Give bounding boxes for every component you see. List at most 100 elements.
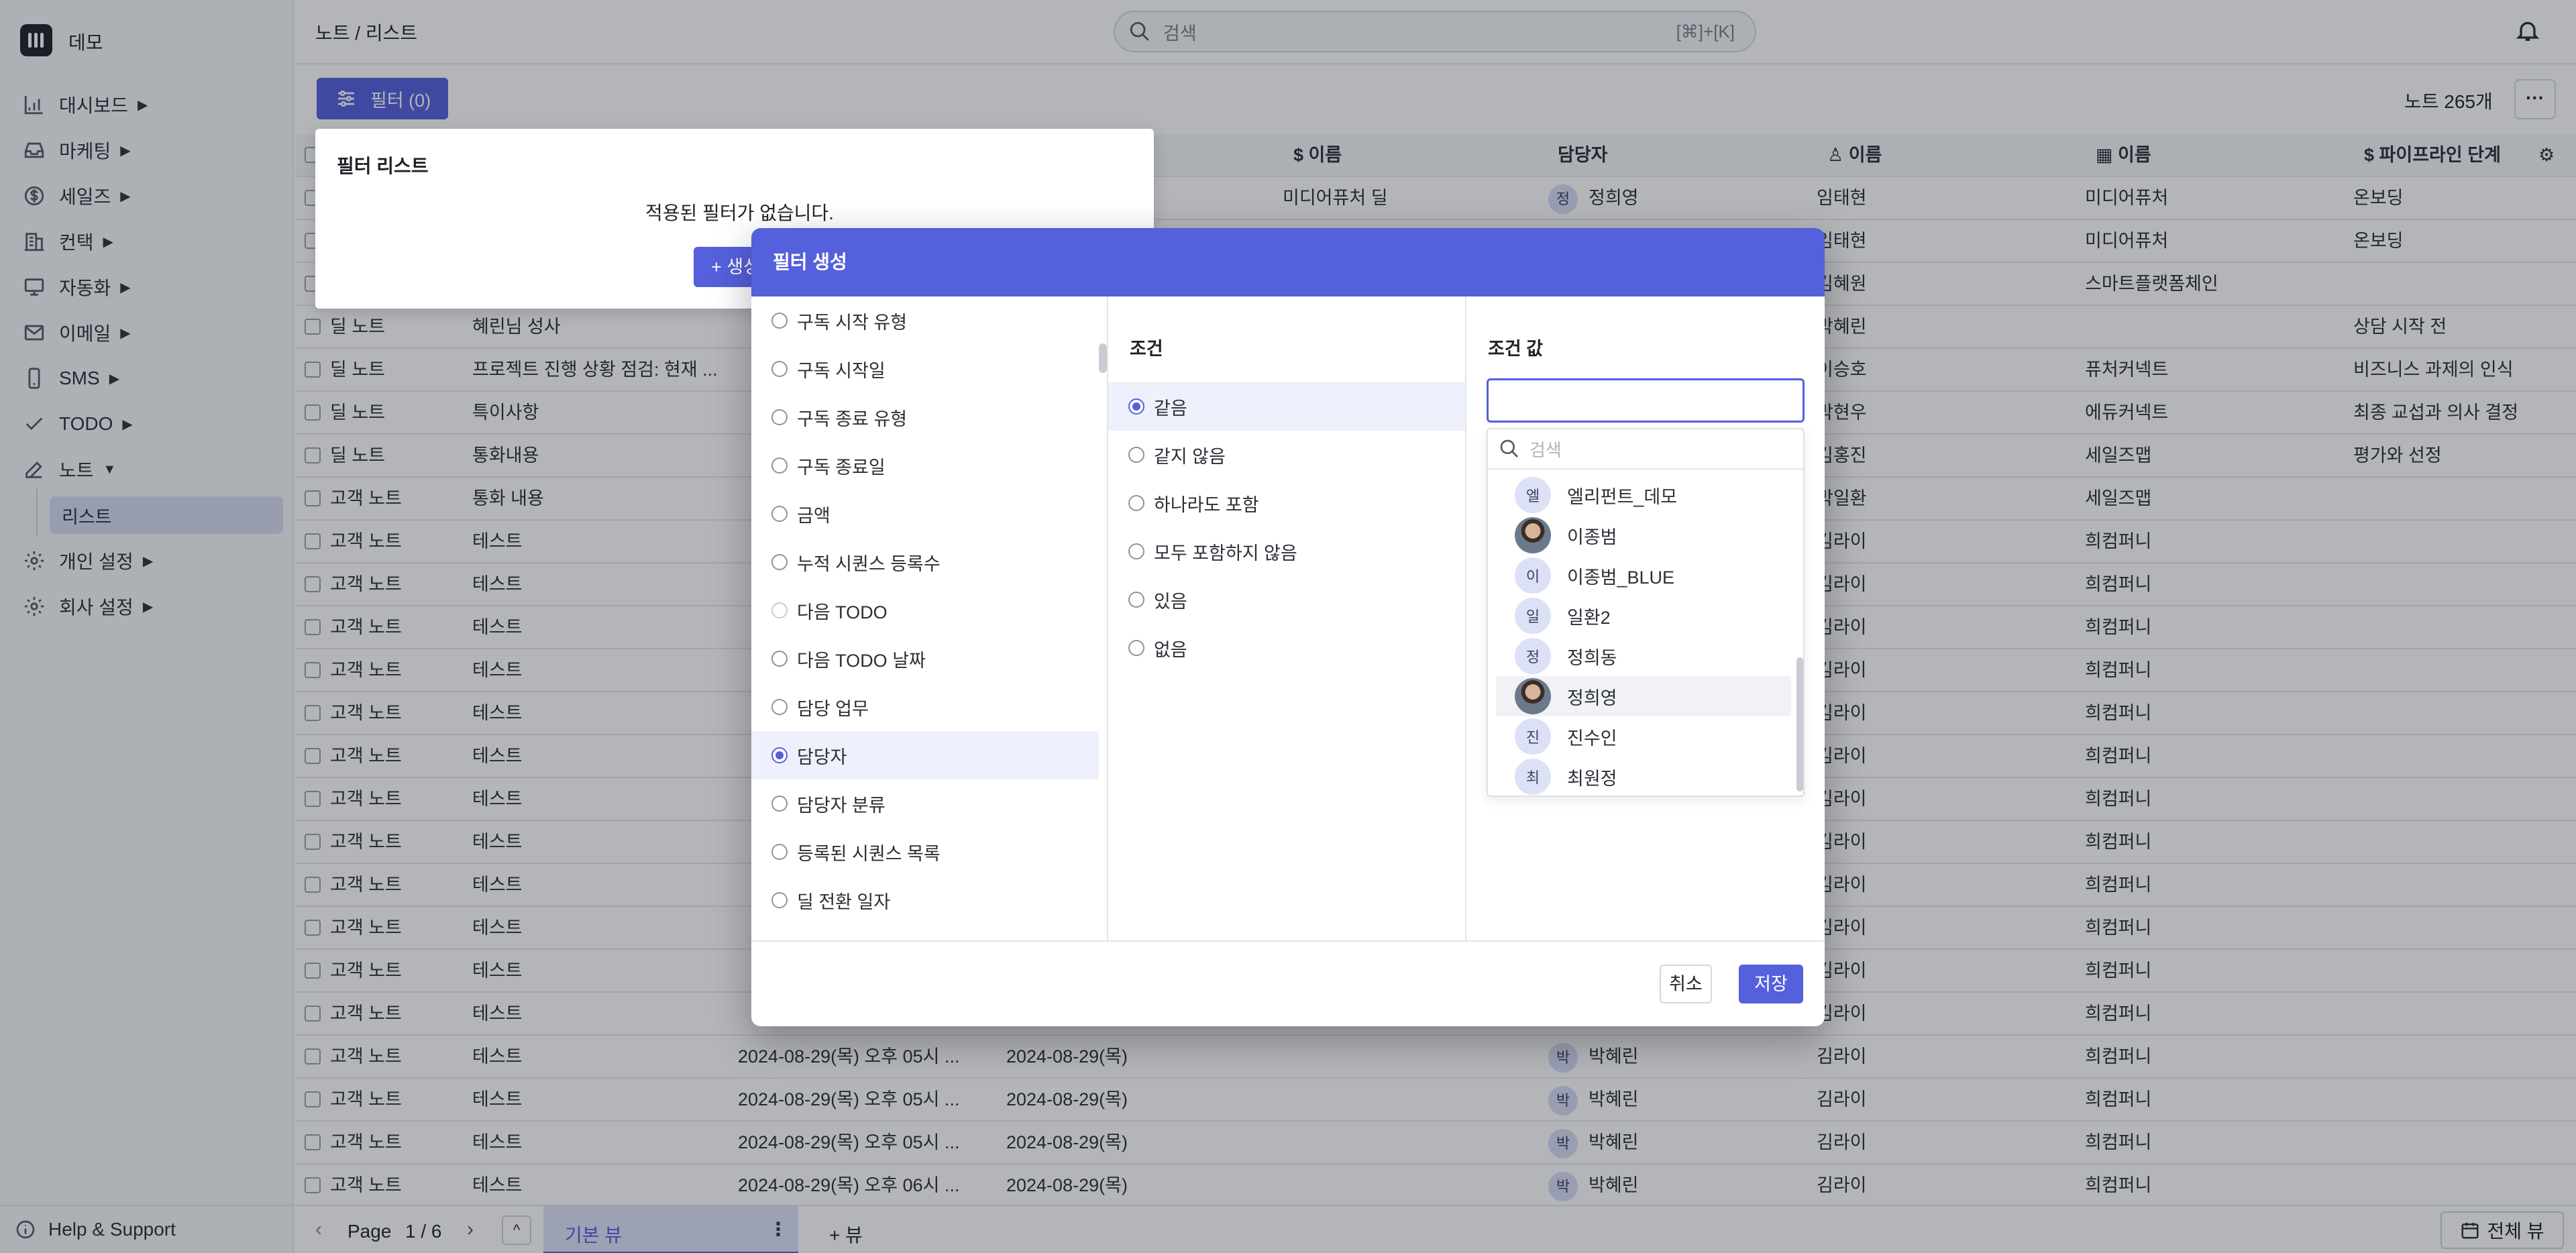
cancel-button[interactable]: 취소 bbox=[1660, 965, 1712, 1003]
avatar: 정 bbox=[1515, 638, 1551, 674]
condition-option-label: 모두 포함하지 않음 bbox=[1154, 543, 1297, 563]
user-name: 엘리펀트_데모 bbox=[1567, 486, 1678, 507]
save-button[interactable]: 저장 bbox=[1739, 965, 1803, 1003]
avatar-initial: 진 bbox=[1525, 729, 1540, 746]
field-option-label: 담당자 분류 bbox=[797, 795, 885, 816]
user-option[interactable]: 엘 엘리펀트_데모 bbox=[1496, 475, 1791, 515]
field-option: 다음 TODO bbox=[751, 586, 1099, 635]
user-option[interactable]: 이종범 bbox=[1496, 515, 1791, 555]
field-option-label: 담당자 bbox=[797, 747, 847, 767]
avatar bbox=[1515, 678, 1551, 714]
field-option[interactable]: 금액 bbox=[751, 490, 1099, 538]
condition-option[interactable]: 없음 bbox=[1108, 624, 1465, 672]
filter-create-modal: 필터 생성 구독 시작 유형구독 시작일구독 종료 유형구독 종료일금액누적 시… bbox=[751, 228, 1825, 1026]
user-option[interactable]: 최 최원정 bbox=[1496, 757, 1791, 796]
field-option[interactable]: 구독 종료일 bbox=[751, 441, 1099, 490]
condition-option[interactable]: 하나라도 포함 bbox=[1108, 479, 1465, 527]
user-option[interactable]: 이 이종범_BLUE bbox=[1496, 555, 1791, 596]
filter-empty-text: 적용된 필터가 없습니다. bbox=[645, 203, 834, 223]
field-option[interactable]: 누적 시퀀스 등록수 bbox=[751, 538, 1099, 586]
radio-icon bbox=[1128, 640, 1144, 656]
user-option[interactable]: 정희영 bbox=[1496, 676, 1791, 716]
user-option[interactable]: 일 일환2 bbox=[1496, 596, 1791, 636]
user-option[interactable]: 정 정희동 bbox=[1496, 636, 1791, 676]
field-option-label: 구독 종료일 bbox=[797, 457, 885, 478]
radio-icon bbox=[771, 844, 788, 860]
condition-title: 조건 bbox=[1130, 339, 1163, 359]
user-name: 이종범 bbox=[1567, 527, 1617, 547]
field-option-label: 구독 종료 유형 bbox=[797, 408, 908, 429]
radio-icon bbox=[1128, 592, 1144, 608]
search-icon bbox=[1500, 439, 1518, 457]
avatar: 최 bbox=[1515, 759, 1551, 795]
radio-icon bbox=[771, 602, 788, 618]
user-dropdown: 검색 엘 엘리펀트_데모 이종범 이 이종범_BLUE 일 일환2 정 정희동 정희영 진 진수인 최 최… bbox=[1487, 428, 1805, 797]
avatar bbox=[1515, 517, 1551, 553]
value-column: 조건 값 검색 엘 엘리펀트_데모이종범이 이종범_BLUE 일 일환2 정 정희동정희영진… bbox=[1466, 296, 1825, 940]
radio-icon bbox=[771, 554, 788, 570]
field-option[interactable]: 담당 업무 bbox=[751, 683, 1099, 731]
avatar: 이 bbox=[1515, 557, 1551, 594]
radio-icon bbox=[771, 796, 788, 812]
field-option[interactable]: 등록된 시퀀스 목록 bbox=[751, 828, 1099, 876]
avatar-initial: 엘 bbox=[1525, 488, 1540, 504]
dropdown-search[interactable]: 검색 bbox=[1488, 429, 1803, 470]
radio-icon bbox=[771, 892, 788, 908]
field-option[interactable]: 담당자 분류 bbox=[751, 779, 1099, 828]
avatar: 엘 bbox=[1515, 477, 1551, 513]
field-option[interactable]: 구독 종료 유형 bbox=[751, 393, 1099, 441]
radio-icon bbox=[1128, 447, 1144, 463]
user-name: 진수인 bbox=[1567, 728, 1617, 749]
avatar-initial: 최 bbox=[1525, 769, 1540, 786]
filter-list-title: 필터 리스트 bbox=[337, 156, 429, 176]
radio-icon bbox=[1128, 543, 1144, 559]
radio-icon bbox=[771, 651, 788, 667]
avatar-initial: 이 bbox=[1525, 568, 1540, 585]
condition-column: 조건 같음같지 않음하나라도 포함모두 포함하지 않음있음없음 bbox=[1108, 296, 1466, 940]
modal-title: 필터 생성 bbox=[751, 228, 1825, 296]
user-option[interactable]: 진 진수인 bbox=[1496, 716, 1791, 757]
avatar: 일 bbox=[1515, 598, 1551, 634]
radio-icon bbox=[771, 409, 788, 425]
field-option-label: 구독 시작일 bbox=[797, 360, 885, 381]
condition-option[interactable]: 있음 bbox=[1108, 576, 1465, 624]
condition-option-label: 같지 않음 bbox=[1154, 446, 1226, 467]
user-name: 이종범_BLUE bbox=[1567, 567, 1675, 588]
radio-icon bbox=[1128, 398, 1144, 415]
value-title: 조건 값 bbox=[1488, 339, 1544, 359]
radio-icon bbox=[771, 457, 788, 474]
condition-option-label: 하나라도 포함 bbox=[1154, 494, 1259, 515]
radio-icon bbox=[1128, 495, 1144, 511]
condition-option-label: 없음 bbox=[1154, 639, 1187, 660]
field-option-label: 딜 전환 일자 bbox=[797, 891, 891, 912]
field-option-label: 금액 bbox=[797, 505, 830, 526]
radio-icon bbox=[771, 506, 788, 522]
user-name: 일환2 bbox=[1567, 607, 1611, 628]
field-option-label: 다음 TODO bbox=[797, 602, 888, 622]
radio-icon bbox=[771, 313, 788, 329]
dropdown-search-placeholder: 검색 bbox=[1529, 439, 1562, 460]
field-option[interactable]: 다음 TODO 날짜 bbox=[751, 635, 1099, 683]
field-option[interactable]: 딜 전환 일자 bbox=[751, 876, 1099, 924]
field-option[interactable]: 구독 시작 유형 bbox=[751, 296, 1099, 345]
radio-icon bbox=[771, 699, 788, 715]
field-list-scrollbar[interactable] bbox=[1099, 343, 1107, 373]
avatar-initial: 일 bbox=[1525, 608, 1540, 625]
dropdown-scrollbar[interactable] bbox=[1796, 657, 1803, 792]
user-name: 정희영 bbox=[1567, 688, 1617, 708]
condition-option[interactable]: 모두 포함하지 않음 bbox=[1108, 527, 1465, 576]
radio-icon bbox=[771, 747, 788, 763]
user-name: 정희동 bbox=[1567, 647, 1617, 668]
field-option[interactable]: 담당자 bbox=[751, 731, 1099, 779]
field-option[interactable]: 구독 시작일 bbox=[751, 345, 1099, 393]
condition-option-label: 있음 bbox=[1154, 591, 1187, 612]
footer-divider bbox=[751, 940, 1825, 942]
avatar-initial: 정 bbox=[1525, 649, 1540, 665]
field-option-label: 누적 시퀀스 등록수 bbox=[797, 553, 941, 574]
condition-option[interactable]: 같지 않음 bbox=[1108, 431, 1465, 479]
condition-value-input[interactable] bbox=[1487, 378, 1805, 423]
field-option-label: 담당 업무 bbox=[797, 698, 869, 719]
condition-option[interactable]: 같음 bbox=[1108, 382, 1465, 431]
user-name: 최원정 bbox=[1567, 768, 1617, 789]
field-option-label: 구독 시작 유형 bbox=[797, 312, 908, 333]
